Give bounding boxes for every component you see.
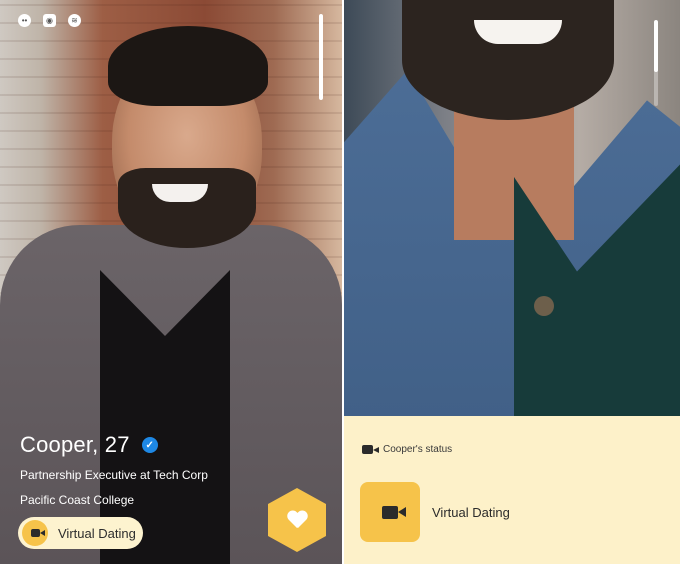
status-label-row: Cooper's status [362,444,452,455]
photo-page-indicator [654,20,658,106]
heart-icon [287,511,307,529]
photo-page-indicator-fill [654,20,658,72]
camera-status-icon: ◉ [43,14,56,27]
video-camera-icon [362,445,373,454]
photo-page-indicator [319,14,323,100]
photo-beard [402,0,614,120]
video-camera-icon [22,520,48,546]
virtual-dating-button[interactable]: Virtual Dating [18,517,143,549]
photo-page-indicator-fill [319,14,323,100]
photo-smile [474,20,562,44]
profile-job: Partnership Executive at Tech Corp [20,468,208,482]
profile-school: Pacific Coast College [20,493,135,507]
photo-hair [108,26,268,106]
status-bar-icons: •• ◉ ≋ [18,14,81,27]
verified-badge-icon: ✓ [141,437,158,453]
video-camera-icon [382,505,398,519]
profile-info: Cooper, 27 ✓ Partnership Executive at Te… [20,432,208,507]
circle-status-icon: •• [18,14,31,27]
virtual-dating-label: Virtual Dating [432,505,510,520]
virtual-dating-status-card: Cooper's status Virtual Dating [344,416,680,564]
profile-card-right[interactable]: Cooper's status Virtual Dating [344,0,680,564]
photo-beard [118,168,256,248]
wifi-status-icon: ≋ [68,14,81,27]
profile-name-age: Cooper, 27 [20,432,130,457]
status-label: Cooper's status [383,444,453,455]
profile-photo-closeup[interactable] [344,0,680,416]
profile-card-left[interactable]: •• ◉ ≋ Cooper, 27 ✓ Partnership Executiv… [0,0,342,564]
photo-jacket-button [534,296,554,316]
virtual-dating-tile[interactable] [360,482,420,542]
virtual-dating-label: Virtual Dating [58,525,136,541]
name-row: Cooper, 27 ✓ [20,432,208,458]
